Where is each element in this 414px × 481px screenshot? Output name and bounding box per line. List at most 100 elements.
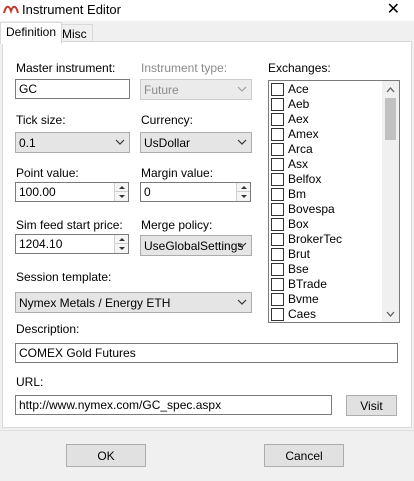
exchange-item[interactable]: BTrade bbox=[269, 277, 384, 292]
checkbox[interactable] bbox=[271, 188, 284, 201]
definition-panel: Master instrument: GC Instrument type: F… bbox=[2, 41, 412, 428]
scroll-down-icon[interactable] bbox=[382, 305, 399, 322]
exchange-item[interactable]: Box bbox=[269, 217, 384, 232]
exchange-label: BrokerTec bbox=[288, 232, 343, 246]
cancel-button-label: Cancel bbox=[285, 448, 323, 463]
spin-up-icon[interactable] bbox=[237, 183, 250, 192]
checkbox[interactable] bbox=[271, 278, 284, 291]
checkbox[interactable] bbox=[271, 158, 284, 171]
checkbox[interactable] bbox=[271, 98, 284, 111]
merge-policy-select[interactable]: UseGlobalSettings bbox=[140, 235, 252, 256]
checkbox[interactable] bbox=[271, 248, 284, 261]
checkbox[interactable] bbox=[271, 293, 284, 306]
spin-down-icon[interactable] bbox=[115, 244, 128, 253]
chevron-down-icon bbox=[115, 139, 125, 145]
margin-value-label: Margin value: bbox=[141, 166, 214, 180]
exchanges-scrollbar[interactable] bbox=[382, 81, 399, 322]
point-value-stepper[interactable]: 100.00 bbox=[15, 182, 129, 202]
master-instrument-input[interactable]: GC bbox=[15, 79, 130, 99]
checkbox[interactable] bbox=[271, 263, 284, 276]
margin-value-value: 0 bbox=[144, 185, 151, 199]
exchange-label: Bovespa bbox=[288, 202, 335, 216]
sim-feed-start-price-stepper[interactable]: 1204.10 bbox=[15, 234, 129, 254]
exchange-item[interactable]: Amex bbox=[269, 127, 384, 142]
exchange-item[interactable]: Asx bbox=[269, 157, 384, 172]
spin-down-icon[interactable] bbox=[237, 192, 250, 201]
dialog-footer: OK Cancel bbox=[0, 430, 414, 481]
spin-down-icon[interactable] bbox=[115, 192, 128, 201]
exchange-label: Bse bbox=[288, 262, 309, 276]
exchanges-list[interactable]: Ace Aeb Aex Amex Arca Asx Belfox Bm Bove… bbox=[268, 80, 400, 323]
currency-value: UsDollar bbox=[144, 136, 191, 150]
exchange-label: Brut bbox=[288, 247, 311, 261]
window-title: Instrument Editor bbox=[22, 2, 121, 17]
tab-misc-label: Misc bbox=[62, 27, 87, 41]
exchange-label: Asx bbox=[288, 157, 309, 171]
url-input[interactable]: http://www.nymex.com/GC_spec.aspx bbox=[15, 395, 332, 415]
scrollbar-thumb[interactable] bbox=[385, 98, 396, 140]
exchange-label: Aeb bbox=[288, 97, 310, 111]
point-value-spin-buttons bbox=[114, 183, 128, 201]
exchange-item[interactable]: Bse bbox=[269, 262, 384, 277]
exchange-label: Bm bbox=[288, 187, 306, 201]
exchange-item[interactable]: Arca bbox=[269, 142, 384, 157]
point-value-label: Point value: bbox=[16, 166, 79, 180]
sim-feed-start-price-label: Sim feed start price: bbox=[16, 218, 123, 232]
tick-size-select[interactable]: 0.1 bbox=[15, 132, 130, 153]
chevron-down-icon bbox=[237, 299, 247, 305]
exchange-item[interactable]: BrokerTec bbox=[269, 232, 384, 247]
exchange-item[interactable]: Aex bbox=[269, 112, 384, 127]
exchange-item[interactable]: Bm bbox=[269, 187, 384, 202]
session-template-value: Nymex Metals / Energy ETH bbox=[19, 296, 171, 310]
checkbox[interactable] bbox=[271, 128, 284, 141]
exchange-label: Amex bbox=[288, 127, 319, 141]
exchange-item[interactable]: Bvme bbox=[269, 292, 384, 307]
tab-definition[interactable]: Definition bbox=[0, 22, 63, 44]
ok-button[interactable]: OK bbox=[66, 444, 146, 467]
spin-up-icon[interactable] bbox=[115, 235, 128, 244]
exchange-item[interactable]: Ace bbox=[269, 82, 384, 97]
exchange-item[interactable]: Aeb bbox=[269, 97, 384, 112]
chevron-down-icon bbox=[237, 242, 247, 248]
instrument-type-value: Future bbox=[144, 83, 179, 97]
checkbox[interactable] bbox=[271, 308, 284, 321]
scroll-up-icon[interactable] bbox=[382, 81, 399, 98]
sim-feed-spin-buttons bbox=[114, 235, 128, 253]
exchange-label: Box bbox=[288, 217, 309, 231]
description-label: Description: bbox=[16, 322, 80, 336]
spin-up-icon[interactable] bbox=[115, 183, 128, 192]
checkbox[interactable] bbox=[271, 173, 284, 186]
exchange-label: Ace bbox=[288, 82, 309, 96]
point-value-value: 100.00 bbox=[19, 185, 56, 199]
sim-feed-start-price-value: 1204.10 bbox=[19, 237, 63, 251]
session-template-label: Session template: bbox=[16, 270, 112, 284]
margin-value-stepper[interactable]: 0 bbox=[140, 182, 251, 202]
checkbox[interactable] bbox=[271, 143, 284, 156]
exchange-item[interactable]: Caes bbox=[269, 307, 384, 322]
currency-select[interactable]: UsDollar bbox=[140, 132, 252, 153]
checkbox[interactable] bbox=[271, 83, 284, 96]
checkbox[interactable] bbox=[271, 203, 284, 216]
exchanges-label: Exchanges: bbox=[268, 61, 331, 75]
master-instrument-label: Master instrument: bbox=[16, 61, 116, 75]
description-input[interactable]: COMEX Gold Futures bbox=[15, 343, 398, 363]
exchange-label: BTrade bbox=[288, 277, 327, 291]
url-label: URL: bbox=[16, 375, 44, 389]
checkbox[interactable] bbox=[271, 113, 284, 126]
exchange-item[interactable]: Belfox bbox=[269, 172, 384, 187]
checkbox[interactable] bbox=[271, 218, 284, 231]
margin-value-spin-buttons bbox=[236, 183, 250, 201]
tick-size-label: Tick size: bbox=[16, 113, 66, 127]
visit-button[interactable]: Visit bbox=[346, 395, 397, 416]
chevron-down-icon bbox=[237, 139, 247, 145]
session-template-select[interactable]: Nymex Metals / Energy ETH bbox=[15, 292, 252, 313]
exchange-item[interactable]: Bovespa bbox=[269, 202, 384, 217]
cancel-button[interactable]: Cancel bbox=[264, 444, 344, 467]
ok-button-label: OK bbox=[97, 448, 115, 463]
exchange-item[interactable]: Brut bbox=[269, 247, 384, 262]
currency-label: Currency: bbox=[141, 113, 194, 127]
app-logo-icon bbox=[3, 5, 19, 15]
checkbox[interactable] bbox=[271, 233, 284, 246]
close-icon[interactable]: ✕ bbox=[387, 0, 400, 20]
exchange-label: Bvme bbox=[288, 292, 319, 306]
